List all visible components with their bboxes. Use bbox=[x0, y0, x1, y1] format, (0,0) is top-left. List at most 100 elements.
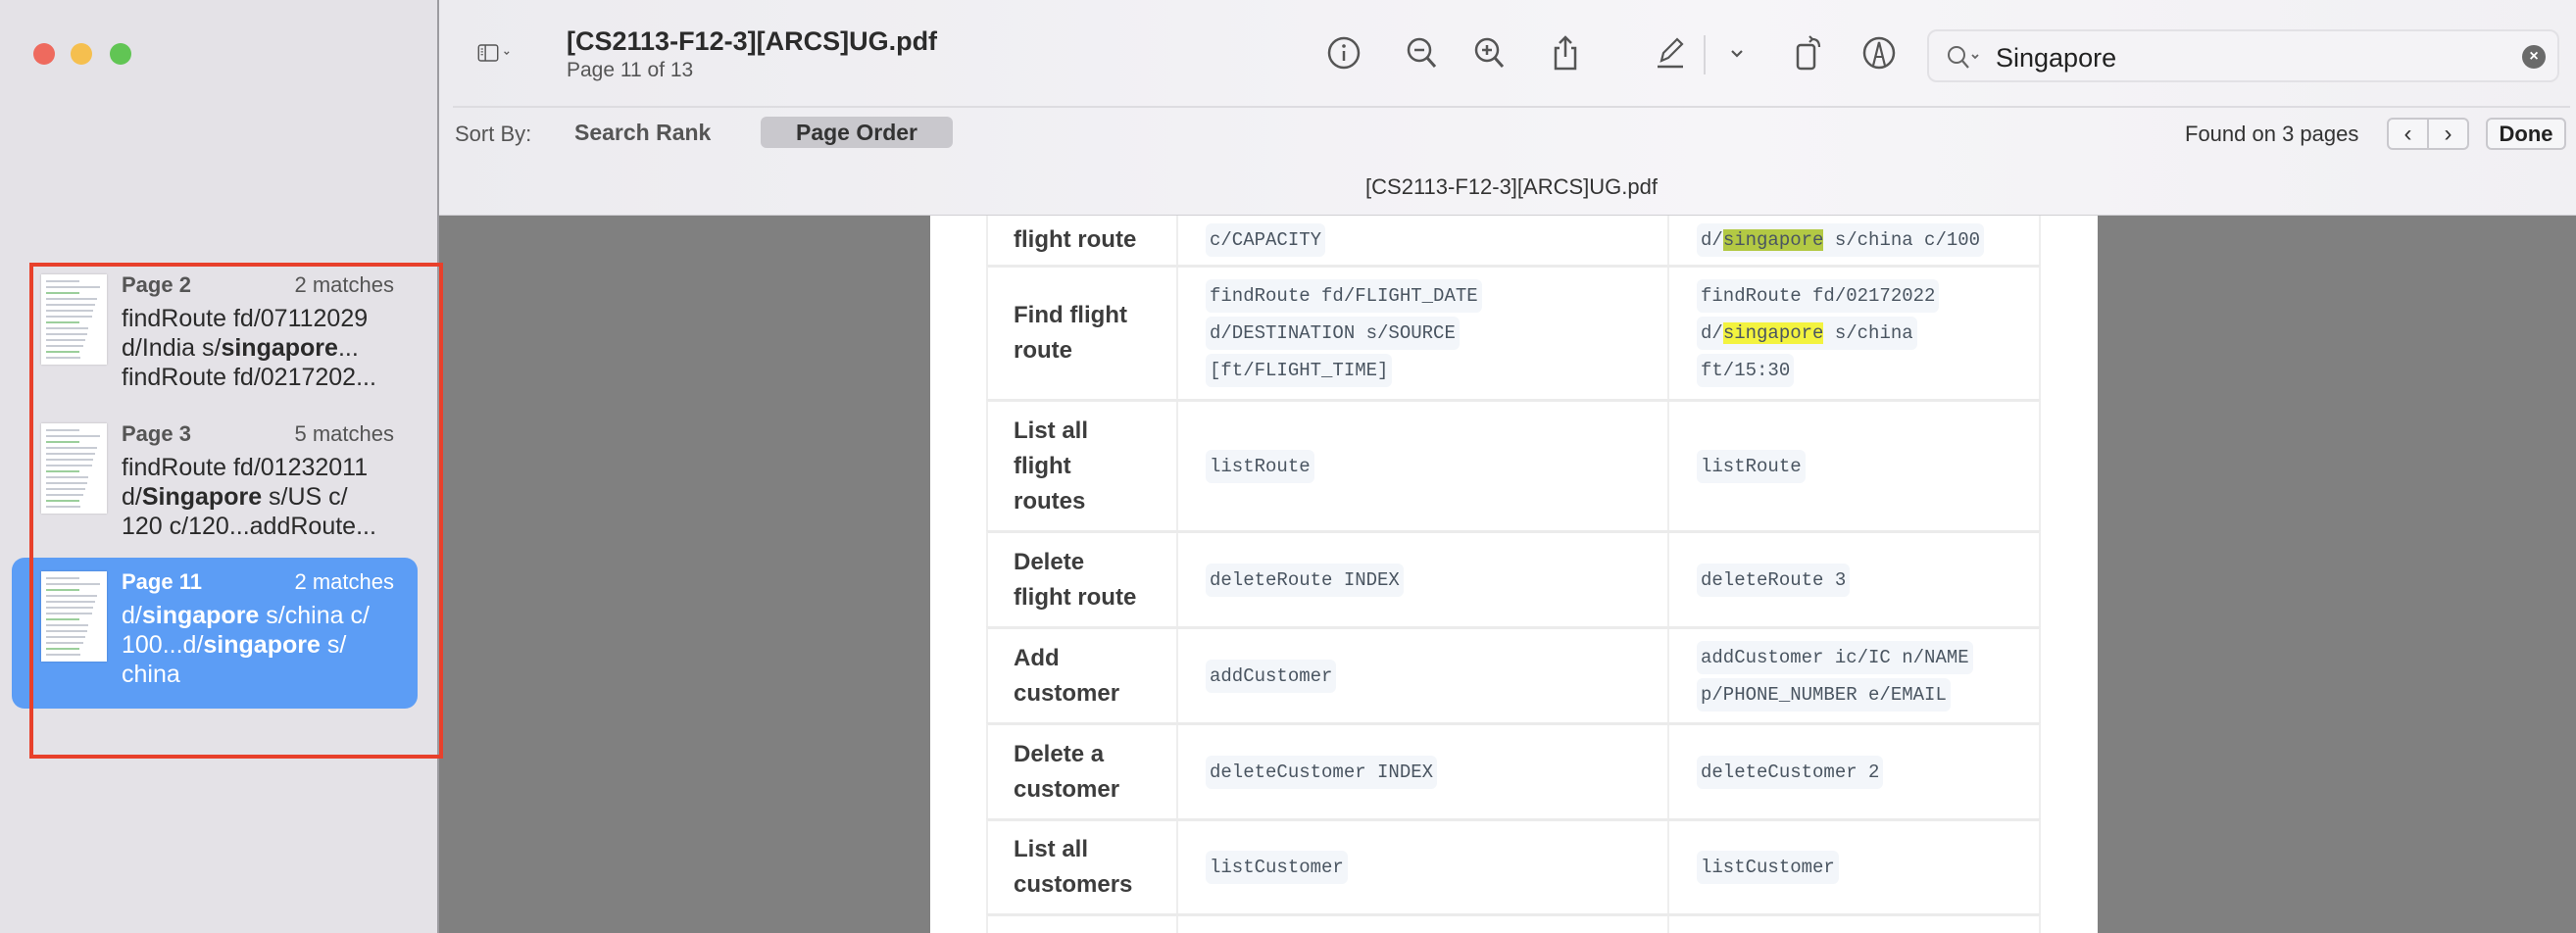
code-line: d/singapore s/china bbox=[1697, 315, 2041, 352]
clear-search-button[interactable]: × bbox=[2522, 45, 2546, 69]
action-label: flight bbox=[1014, 452, 1071, 479]
code-line: ft/15:30 bbox=[1697, 352, 2041, 389]
snippet-text: findRoute fd/07112029 bbox=[122, 305, 369, 332]
pdf-page: flight route c/CAPACITY d/singapore s/chin… bbox=[930, 216, 2098, 933]
zoom-button[interactable] bbox=[110, 43, 131, 65]
action-label: List all bbox=[1014, 417, 1089, 444]
rotate-icon[interactable] bbox=[1789, 33, 1828, 73]
markup-icon[interactable] bbox=[1859, 33, 1899, 73]
code-chip: listRoute bbox=[1697, 449, 1806, 483]
sort-search-rank-button[interactable]: Search Rank bbox=[574, 120, 711, 146]
page-indicator: Page 11 of 13 bbox=[567, 59, 694, 81]
code-chip: deleteCustomer INDEX bbox=[1206, 755, 1438, 789]
code-line: listCustomer bbox=[1697, 849, 2041, 886]
sort-by-label: Sort By: bbox=[455, 122, 532, 146]
done-button[interactable]: Done bbox=[2486, 118, 2566, 150]
result-snippet: findRoute fd/07112029 d/India s/singapore… bbox=[122, 304, 376, 392]
snippet-text: s/ bbox=[320, 631, 347, 659]
code-line: d/DESTINATION s/SOURCE bbox=[1206, 315, 1667, 352]
match-term: singapore bbox=[141, 602, 260, 629]
search-result-item[interactable]: Page 2 2 matches findRoute fd/07112029 d/In… bbox=[12, 261, 418, 412]
chevron-down-icon[interactable] bbox=[1717, 33, 1757, 73]
action-cell: Add customer bbox=[988, 629, 1178, 722]
snippet-text: s/china c/ bbox=[259, 602, 370, 629]
code-line: addCustomer bbox=[1206, 658, 1667, 695]
code-text: s/china c/100 bbox=[1823, 229, 1981, 251]
search-highlight: singapore bbox=[1722, 229, 1824, 251]
code-line: c/CAPACITY bbox=[1206, 221, 1667, 259]
code-chip: addCustomer ic/IC n/NAME bbox=[1697, 640, 1973, 674]
code-text: p/PHONE_NUMBER e/EMAIL bbox=[1701, 683, 1947, 706]
search-result-item[interactable]: Page 3 5 matches findRoute fd/01232011 d/Si… bbox=[12, 410, 418, 561]
snippet-text: s/US c/ bbox=[262, 483, 348, 511]
toolbar-divider bbox=[1704, 35, 1706, 74]
toolbar-divider bbox=[453, 106, 2570, 108]
code-chip: deleteRoute INDEX bbox=[1206, 563, 1404, 597]
code-line: deleteRoute 3 bbox=[1697, 562, 2041, 599]
search-field[interactable]: Singapore × bbox=[1927, 29, 2559, 82]
share-icon[interactable] bbox=[1546, 33, 1585, 73]
result-nav: ‹ › bbox=[2387, 118, 2469, 150]
code-chip: d/singapore s/china c/100 bbox=[1697, 223, 1985, 257]
snippet-text: 100...d/ bbox=[122, 631, 204, 659]
match-term: Singapore bbox=[141, 483, 263, 511]
code-text: listRoute bbox=[1701, 455, 1802, 477]
code-line: findRoute fd/FLIGHT_DATE bbox=[1206, 277, 1667, 315]
table-row: Delete a customer deleteCustomer INDEX dele… bbox=[986, 722, 2041, 818]
search-input[interactable]: Singapore bbox=[1996, 43, 2116, 74]
example-cell: d/singapore s/china c/100 bbox=[1669, 216, 2041, 265]
match-term: singapore bbox=[221, 334, 338, 362]
example-cell bbox=[1669, 916, 2041, 933]
zoom-out-icon[interactable] bbox=[1403, 33, 1442, 73]
code-line: deleteCustomer INDEX bbox=[1206, 754, 1667, 791]
snippet-text: 120 c/120...addRoute... bbox=[122, 513, 376, 540]
result-snippet: d/singapore s/china c/100...d/singapore … bbox=[122, 601, 370, 689]
result-match-count: 2 matches bbox=[294, 272, 395, 297]
table-row: flight route c/CAPACITY d/singapore s/chin… bbox=[986, 216, 2041, 265]
code-line: listRoute bbox=[1697, 448, 2041, 485]
action-label: route bbox=[1014, 337, 1072, 364]
result-match-count: 5 matches bbox=[294, 421, 395, 446]
table-row: List all flight routes listRoute listRoute bbox=[986, 399, 2041, 530]
snippet-text: d/ bbox=[122, 483, 142, 511]
code-line: p/PHONE_NUMBER e/EMAIL bbox=[1697, 676, 2041, 713]
search-results-sidebar: Page 2 2 matches findRoute fd/07112029 d/In… bbox=[0, 0, 443, 933]
search-highlight: singapore bbox=[1722, 322, 1824, 344]
close-button[interactable] bbox=[33, 43, 55, 65]
snippet-text: findRoute fd/01232011 bbox=[122, 454, 369, 481]
sidebar-toggle-icon[interactable] bbox=[476, 33, 545, 73]
example-cell: deleteCustomer 2 bbox=[1669, 725, 2041, 818]
action-cell: Delete a customer bbox=[988, 725, 1178, 818]
search-result-item[interactable]: Page 11 2 matches d/singapore s/china c/10… bbox=[12, 558, 418, 709]
action-label: Delete a bbox=[1014, 740, 1105, 767]
found-count: Found on 3 pages bbox=[2185, 122, 2359, 146]
example-cell: listCustomer bbox=[1669, 821, 2041, 913]
code-chip: listRoute bbox=[1206, 449, 1314, 483]
result-page-label: Page 2 bbox=[122, 272, 191, 297]
action-label: routes bbox=[1014, 487, 1086, 515]
sort-page-order-button[interactable]: Page Order bbox=[761, 117, 953, 148]
minimize-button[interactable] bbox=[71, 43, 92, 65]
code-chip: d/DESTINATION s/SOURCE bbox=[1206, 317, 1460, 350]
match-term: singapore bbox=[203, 631, 321, 659]
document-title: [CS2113-F12-3][ARCS]UG.pdf bbox=[567, 26, 938, 56]
info-icon[interactable] bbox=[1324, 33, 1363, 73]
next-result-button[interactable]: › bbox=[2429, 120, 2467, 148]
zoom-in-icon[interactable] bbox=[1470, 33, 1510, 73]
action-cell: Delete flight route bbox=[988, 533, 1178, 626]
previous-result-button[interactable]: ‹ bbox=[2389, 120, 2429, 148]
snippet-text: d/India s/ bbox=[122, 334, 222, 362]
highlight-pen-icon[interactable] bbox=[1650, 33, 1689, 73]
action-label: Add bbox=[1014, 644, 1060, 671]
action-cell bbox=[988, 916, 1178, 933]
code-line: addCustomer ic/IC n/NAME bbox=[1697, 639, 2041, 676]
code-text: [ft/FLIGHT_TIME] bbox=[1210, 360, 1389, 381]
example-cell: listRoute bbox=[1669, 402, 2041, 530]
code-line: listCustomer bbox=[1206, 849, 1667, 886]
action-label: Delete bbox=[1014, 548, 1085, 575]
code-chip: deleteRoute 3 bbox=[1697, 563, 1851, 597]
format-cell: listCustomer bbox=[1178, 821, 1669, 913]
document-filename: [CS2113-F12-3][ARCS]UG.pdf bbox=[1365, 174, 1658, 199]
code-text: addCustomer ic/IC n/NAME bbox=[1701, 646, 1969, 668]
code-chip: findRoute fd/02172022 bbox=[1697, 279, 1940, 313]
